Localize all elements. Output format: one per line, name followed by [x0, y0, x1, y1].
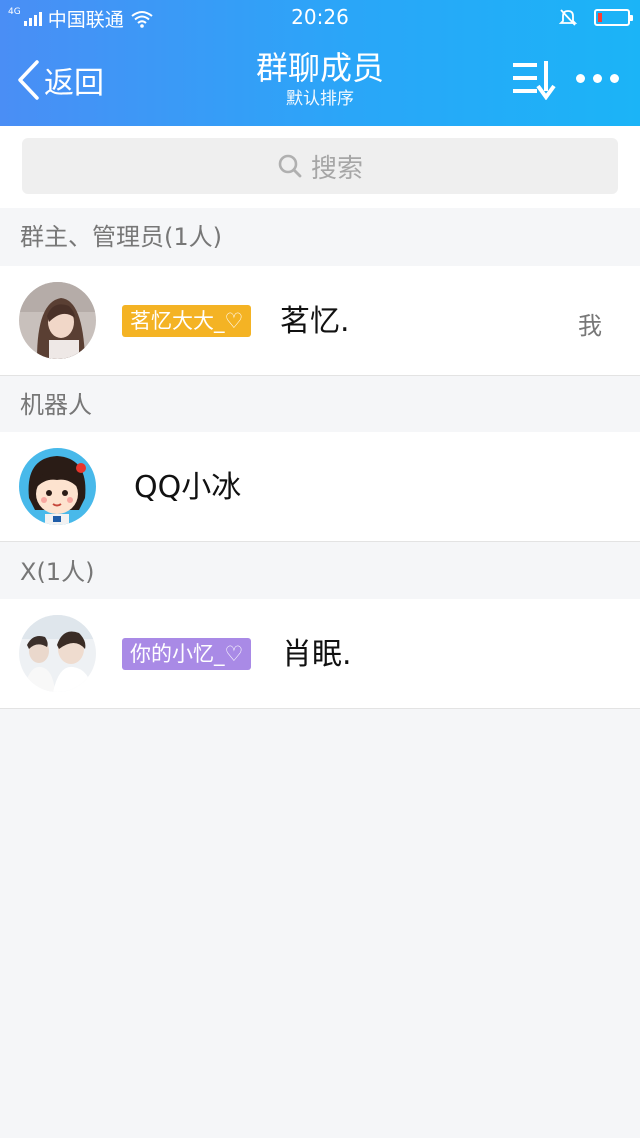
member-row[interactable]: 你的小忆_♡ 肖眠. [0, 599, 640, 709]
member-title-tag: 你的小忆_♡ [122, 638, 252, 670]
search-bar: 搜索 [0, 126, 640, 208]
search-input[interactable]: 搜索 [22, 138, 618, 194]
avatar[interactable] [19, 615, 96, 692]
search-placeholder: 搜索 [310, 153, 363, 184]
battery-icon [594, 8, 633, 26]
avatar[interactable] [19, 448, 96, 525]
member-name: QQ小冰 [134, 470, 242, 505]
status-bar: 4G 中国联通 20:26 [0, 0, 640, 36]
bell-off-icon [558, 9, 578, 26]
member-name: 茗忆. [280, 304, 350, 339]
member-title-tag: 茗忆大大_♡ [122, 305, 252, 337]
search-icon [278, 154, 302, 178]
self-badge: 我 [578, 312, 602, 340]
member-row[interactable]: QQ小冰 [0, 432, 640, 542]
status-right [558, 7, 633, 27]
avatar[interactable] [19, 282, 96, 359]
member-row[interactable]: 茗忆大大_♡ 茗忆. 我 [0, 266, 640, 376]
member-name: 肖眠. [282, 637, 352, 672]
header: 4G 中国联通 20:26 返回 群聊成员 默认排序 [0, 0, 640, 126]
section-header-admins: 群主、管理员(1人) [0, 208, 640, 266]
status-time: 20:26 [291, 5, 349, 29]
more-icon[interactable] [576, 66, 622, 90]
section-header-robots: 机器人 [0, 376, 640, 434]
section-header-group-x: X(1人) [0, 543, 640, 601]
sort-icon[interactable] [510, 58, 558, 100]
